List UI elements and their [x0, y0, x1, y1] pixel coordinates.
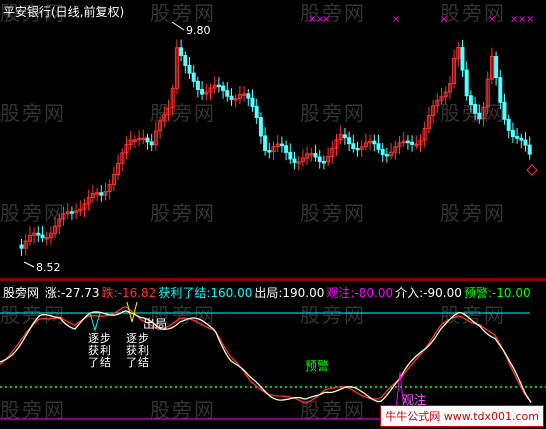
candle-body: [372, 140, 377, 145]
candle-body: [384, 153, 389, 157]
watermark-text: 股旁网: [300, 101, 366, 125]
candle-body: [515, 136, 520, 139]
candle-body: [410, 141, 415, 145]
candle-body: [149, 141, 154, 146]
candlestick-chart: 股旁网 股旁网 股旁网 股旁网股旁网 股旁网 股旁网 股旁网股旁网 股旁网 股旁网 股旁网 × ××…: [0, 1, 538, 274]
candle-body: [225, 90, 230, 97]
watermark-text: 股旁网: [440, 101, 506, 125]
candle-body: [355, 147, 360, 151]
price-pane[interactable]: 股旁网 股旁网 股旁网 股旁网 股旁网 股旁网 股旁网 股旁网 股旁网 股旁网 股旁网 股旁网 × × ×…: [0, 0, 546, 278]
x-marker: ×: [488, 14, 496, 25]
watermark-text: 股旁网: [0, 398, 66, 422]
watermark-text: 股旁网: [150, 1, 216, 25]
annotation-step1: 逐获了: [88, 332, 99, 369]
candle-body: [527, 144, 532, 155]
watermark-text: 股旁网: [300, 303, 366, 327]
candle-body: [321, 160, 326, 164]
watermark-text: 股旁网: [300, 201, 366, 225]
watermark-text: 股旁网: [150, 398, 216, 422]
annotation-warn: 预警: [305, 358, 329, 373]
candle-body: [292, 158, 297, 163]
candle-body: [279, 143, 284, 147]
candle-body: [221, 85, 226, 92]
watermark-text: 股旁网: [0, 201, 66, 225]
candle-body: [477, 112, 482, 120]
candle-body: [313, 153, 318, 158]
candle-body: [317, 156, 322, 162]
watermark-text: 股旁网: [0, 101, 66, 125]
low-label: 8.52: [36, 261, 61, 274]
candle-body: [380, 148, 385, 155]
candle-body: [405, 140, 410, 144]
candle-body: [498, 77, 503, 103]
diamond-marker: [526, 164, 538, 176]
candle-body: [69, 211, 74, 214]
candle-body: [288, 151, 293, 160]
annotation-step1b: 步利结: [100, 332, 111, 369]
candle-body: [342, 134, 347, 139]
low-callout-line: [23, 261, 35, 268]
candle-body: [216, 84, 221, 88]
high-label: 9.80: [186, 24, 211, 37]
watermark-text: 股旁网: [440, 201, 506, 225]
candle-body: [179, 47, 184, 56]
candle-body: [36, 232, 41, 236]
site-logo: 牛牛公式网 www.tdx001.com: [380, 405, 544, 427]
annotation-exit: 出局: [143, 317, 167, 331]
candle-body: [187, 64, 192, 74]
x-marker: ×: [440, 14, 448, 25]
candle-body: [19, 244, 24, 249]
candle-body: [183, 54, 188, 66]
watermark-text: 股旁网: [150, 201, 216, 225]
candle-body: [464, 69, 469, 97]
annotation-step2: 逐获了: [126, 332, 137, 369]
candle-body: [254, 105, 259, 118]
candle-body: [494, 56, 499, 79]
candle-body: [510, 129, 515, 138]
candle-body: [523, 139, 528, 146]
candle-body: [145, 137, 150, 143]
candle-body: [284, 145, 289, 153]
candle-body: [351, 143, 356, 149]
candle-body: [40, 234, 45, 239]
candle-body: [347, 137, 352, 145]
candle-body: [246, 93, 251, 99]
annotation-step2b: 步利结: [138, 332, 149, 369]
candle-body: [99, 192, 104, 196]
candle-body: [502, 101, 507, 120]
candle-body: [229, 95, 234, 100]
candle-body: [267, 150, 272, 153]
candle-body: [506, 118, 511, 131]
candle-body: [191, 72, 196, 82]
watermark-layer: 股旁网 股旁网 股旁网 股旁网股旁网 股旁网 股旁网 股旁网股旁网 股旁网 股旁网 股旁网: [0, 1, 506, 225]
candle-body: [258, 116, 263, 137]
x-marker: ×: [392, 14, 400, 25]
candle-body: [473, 103, 478, 114]
x-marker: ×: [526, 14, 534, 25]
candle-body: [250, 97, 255, 107]
chart-title: 平安银行(日线,前复权): [3, 5, 125, 19]
candle-body: [519, 137, 524, 141]
candle-body: [376, 143, 381, 150]
candle-body: [460, 46, 465, 71]
x-marker: ×: [322, 14, 330, 25]
candle-body: [200, 88, 205, 95]
pane-separator[interactable]: [0, 278, 546, 281]
candle-body: [195, 80, 200, 90]
candle-body: [468, 95, 473, 105]
candle-body: [263, 135, 268, 152]
